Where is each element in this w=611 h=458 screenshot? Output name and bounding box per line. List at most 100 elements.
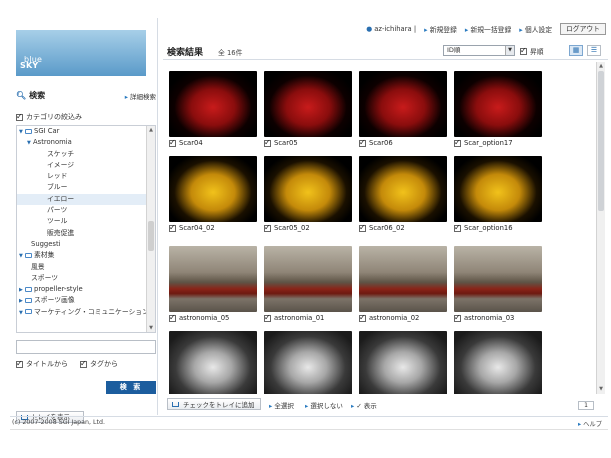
thumbnail-image[interactable] xyxy=(264,331,352,394)
logout-button[interactable]: ログアウト xyxy=(560,23,606,35)
thumbnail-checkbox[interactable] xyxy=(359,223,366,232)
bluesky-logo[interactable]: blue SKY xyxy=(16,30,146,76)
thumbnail-title[interactable]: astronomia_02 xyxy=(369,314,419,322)
thumbnail-checkbox[interactable] xyxy=(169,138,176,147)
thumbnail-title[interactable]: Scar06 xyxy=(369,139,393,147)
result-thumbnail[interactable]: Scar_option17 xyxy=(454,71,542,147)
select-all-link[interactable]: 全選択 xyxy=(269,400,294,410)
results-scroll-thumb[interactable] xyxy=(598,71,604,211)
tree-item[interactable]: 販売促進 xyxy=(17,228,146,239)
show-link[interactable]: ✓表示 xyxy=(351,400,376,410)
result-thumbnail[interactable]: Scar05 xyxy=(264,71,352,147)
chevron-down-icon[interactable]: ▼ xyxy=(505,46,514,55)
search-button[interactable]: 検 索 xyxy=(106,381,156,394)
tree-item[interactable]: パーツ xyxy=(17,205,146,216)
option-tag[interactable]: タグから xyxy=(80,359,118,369)
help-link[interactable]: ヘルプ xyxy=(578,419,602,428)
keyword-input[interactable] xyxy=(16,340,156,354)
sort-select[interactable]: ID順 ▼ xyxy=(443,45,515,56)
scroll-down-arrow-icon[interactable]: ▼ xyxy=(148,325,154,331)
thumbnail-title[interactable]: Scar04 xyxy=(179,139,203,147)
thumbnail-checkbox[interactable] xyxy=(264,223,271,232)
tree-item[interactable]: レッド xyxy=(17,171,146,182)
scroll-down-arrow-icon[interactable]: ▼ xyxy=(598,386,604,393)
advanced-search-link[interactable]: 詳細検索 xyxy=(125,91,156,101)
result-thumbnail[interactable]: astronomia_05 xyxy=(169,246,257,322)
tree-item[interactable]: ブルー xyxy=(17,182,146,193)
category-filter-checkbox[interactable] xyxy=(16,112,23,121)
result-thumbnail[interactable]: astronomia_wire02 xyxy=(264,331,352,394)
tree-item[interactable]: ▶ スポーツ画像 xyxy=(17,295,146,306)
option-tag-checkbox[interactable] xyxy=(80,359,87,368)
thumbnail-image[interactable] xyxy=(169,246,257,312)
result-thumbnail[interactable]: astronomia_wire04 xyxy=(454,331,542,394)
tree-item[interactable]: Suggesti xyxy=(17,239,146,250)
thumbnail-image[interactable] xyxy=(264,246,352,312)
tree-scroll-thumb[interactable] xyxy=(148,221,154,251)
thumbnail-title[interactable]: Scar_option16 xyxy=(464,224,513,232)
thumbnail-image[interactable] xyxy=(359,246,447,312)
result-thumbnail[interactable]: astronomia_03 xyxy=(454,246,542,322)
result-thumbnail[interactable]: astronomia_02 xyxy=(359,246,447,322)
thumbnail-checkbox[interactable] xyxy=(169,313,176,322)
thumbnail-title[interactable]: Scar05 xyxy=(274,139,298,147)
thumbnail-title[interactable]: astronomia_05 xyxy=(179,314,229,322)
tree-item[interactable]: スポーツ xyxy=(17,273,146,284)
list-view-icon[interactable]: ☰ xyxy=(587,45,601,56)
thumbnail-image[interactable] xyxy=(169,331,257,394)
tree-item[interactable]: ▼ マーケティング・コミュニケーション xyxy=(17,307,146,318)
thumbnail-title[interactable]: Scar04_02 xyxy=(179,224,215,232)
thumbnail-checkbox[interactable] xyxy=(454,223,461,232)
link-personal-settings[interactable]: 個人設定 xyxy=(519,24,552,34)
deselect-link[interactable]: 選択しない xyxy=(305,400,343,410)
grid-view-icon[interactable]: ▦ xyxy=(569,45,583,56)
tree-item[interactable]: イメージ xyxy=(17,160,146,171)
thumbnail-checkbox[interactable] xyxy=(454,138,461,147)
thumbnail-image[interactable] xyxy=(454,71,542,137)
thumbnail-image[interactable] xyxy=(169,156,257,222)
tree-item[interactable]: 風景 xyxy=(17,262,146,273)
result-thumbnail[interactable]: Scar06 xyxy=(359,71,447,147)
thumbnail-title[interactable]: Scar_option17 xyxy=(464,139,513,147)
thumbnail-image[interactable] xyxy=(454,246,542,312)
thumbnail-image[interactable] xyxy=(359,71,447,137)
thumbnail-image[interactable] xyxy=(264,71,352,137)
thumbnail-checkbox[interactable] xyxy=(359,313,366,322)
tree-item[interactable]: スケッチ xyxy=(17,149,146,160)
tree-item[interactable]: ツール xyxy=(17,216,146,227)
thumbnail-image[interactable] xyxy=(264,156,352,222)
thumbnail-image[interactable] xyxy=(359,156,447,222)
thumbnail-title[interactable]: astronomia_03 xyxy=(464,314,514,322)
thumbnail-checkbox[interactable] xyxy=(359,138,366,147)
add-to-tray-button[interactable]: チェックをトレイに追加 xyxy=(167,398,261,410)
result-thumbnail[interactable]: Scar06_02 xyxy=(359,156,447,232)
tree-item[interactable]: ▼ Astronomia xyxy=(17,137,146,148)
tree-item[interactable]: ▶ propeller-style xyxy=(17,284,146,295)
thumbnail-title[interactable]: Scar06_02 xyxy=(369,224,405,232)
thumbnail-checkbox[interactable] xyxy=(264,313,271,322)
ascending-toggle[interactable]: 昇順 xyxy=(520,46,544,56)
result-thumbnail[interactable]: astronomia_wire01 xyxy=(169,331,257,394)
scroll-up-arrow-icon[interactable]: ▲ xyxy=(598,63,604,70)
result-thumbnail[interactable]: Scar04 xyxy=(169,71,257,147)
result-thumbnail[interactable]: Scar04_02 xyxy=(169,156,257,232)
results-scrollbar[interactable]: ▲ ▼ xyxy=(596,62,605,394)
tree-item[interactable]: ▼ SGI Car xyxy=(17,126,146,137)
result-thumbnail[interactable]: astronomia_wire03 xyxy=(359,331,447,394)
category-filter[interactable]: カテゴリの絞込み xyxy=(16,112,82,122)
thumbnail-title[interactable]: astronomia_01 xyxy=(274,314,324,322)
option-title-checkbox[interactable] xyxy=(16,359,23,368)
result-thumbnail[interactable]: Scar_option16 xyxy=(454,156,542,232)
tree-item[interactable]: イエロー xyxy=(17,193,146,206)
link-bulk-register[interactable]: 新規一括登録 xyxy=(465,24,511,34)
thumbnail-image[interactable] xyxy=(454,156,542,222)
link-new-register[interactable]: 新規登録 xyxy=(424,24,457,34)
result-thumbnail[interactable]: astronomia_01 xyxy=(264,246,352,322)
ascending-checkbox[interactable] xyxy=(520,46,527,55)
thumbnail-checkbox[interactable] xyxy=(454,313,461,322)
result-thumbnail[interactable]: Scar05_02 xyxy=(264,156,352,232)
scroll-up-arrow-icon[interactable]: ▲ xyxy=(148,127,154,133)
thumbnail-image[interactable] xyxy=(169,71,257,137)
page-number[interactable]: 1 xyxy=(578,401,594,410)
thumbnail-checkbox[interactable] xyxy=(169,223,176,232)
